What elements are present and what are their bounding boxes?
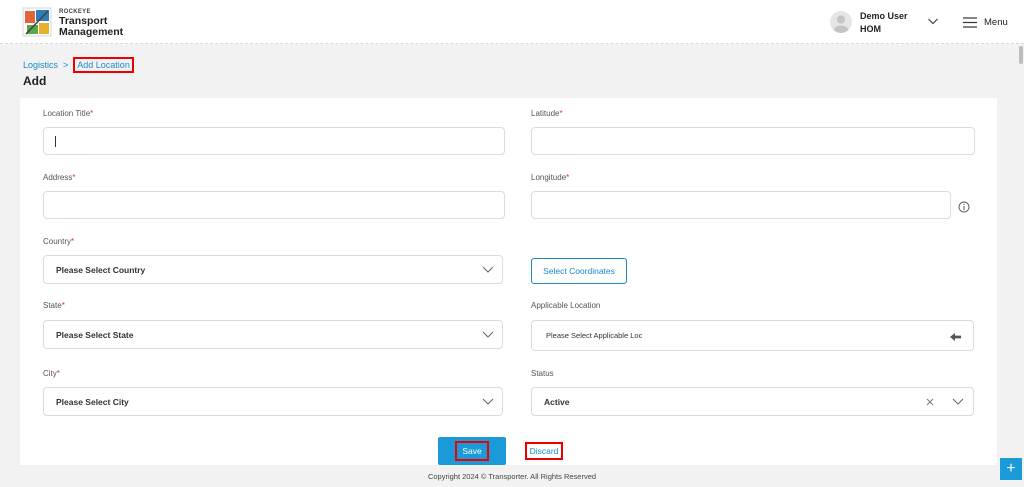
brand-title-line2: Management <box>59 26 124 38</box>
user-menu-chevron-down-icon[interactable] <box>927 16 939 26</box>
save-button-label: Save <box>455 441 489 461</box>
city-select-value: Please Select City <box>56 397 129 407</box>
state-label: State* <box>43 301 65 310</box>
address-input[interactable] <box>43 191 505 219</box>
info-icon[interactable] <box>958 201 970 213</box>
applicable-location-select[interactable]: Please Select Applicable Loc <box>531 320 974 351</box>
country-select-value: Please Select Country <box>56 265 146 275</box>
breadcrumb-current-page[interactable]: Add Location <box>73 57 134 73</box>
chevron-down-icon <box>482 266 494 273</box>
breadcrumb: Logistics > Add Location <box>23 57 134 73</box>
brand-logo-icon[interactable] <box>22 7 52 37</box>
city-select[interactable]: Please Select City <box>43 387 503 416</box>
page-title: Add <box>23 74 47 88</box>
address-label: Address* <box>43 173 76 182</box>
applicable-location-label: Applicable Location <box>531 301 601 310</box>
breadcrumb-separator: > <box>63 60 69 70</box>
city-label: City* <box>43 369 60 378</box>
breadcrumb-logistics-link[interactable]: Logistics <box>23 60 58 70</box>
user-name[interactable]: Demo User <box>860 11 908 21</box>
country-label: Country* <box>43 237 75 246</box>
arrow-left-icon <box>950 333 961 341</box>
select-coordinates-button[interactable]: Select Coordinates <box>531 258 627 284</box>
longitude-input[interactable] <box>531 191 951 219</box>
location-title-label: Location Title* <box>43 109 94 118</box>
latitude-label: Latitude* <box>531 109 563 118</box>
menu-button[interactable]: Menu <box>963 15 1008 29</box>
user-avatar-icon <box>833 15 849 33</box>
discard-button[interactable]: Discard <box>510 437 578 465</box>
status-select-value: Active <box>544 397 570 407</box>
status-label: Status <box>531 369 554 378</box>
longitude-label: Longitude* <box>531 173 570 182</box>
chevron-down-icon <box>482 398 494 405</box>
state-select[interactable]: Please Select State <box>43 320 503 349</box>
user-avatar[interactable] <box>830 11 852 33</box>
latitude-input[interactable] <box>531 127 975 155</box>
scrollbar-track[interactable] <box>1018 44 1024 487</box>
location-title-input[interactable] <box>43 127 505 155</box>
user-organization[interactable]: HOM <box>860 24 881 34</box>
discard-button-label: Discard <box>524 442 564 460</box>
scrollbar-thumb[interactable] <box>1019 46 1023 64</box>
country-select[interactable]: Please Select Country <box>43 255 503 284</box>
footer-copyright: Copyright 2024 © Transporter. All Rights… <box>427 472 597 481</box>
menu-label: Menu <box>984 16 1008 28</box>
chevron-down-icon <box>482 331 494 338</box>
text-cursor <box>55 136 56 147</box>
state-select-value: Please Select State <box>56 330 134 340</box>
clear-icon[interactable] <box>926 398 934 406</box>
add-fab-button[interactable]: + <box>1000 458 1022 480</box>
chevron-down-icon <box>952 398 964 405</box>
status-select[interactable]: Active <box>531 387 974 416</box>
save-button[interactable]: Save <box>438 437 506 465</box>
hamburger-menu-icon <box>963 16 977 28</box>
applicable-location-value: Please Select Applicable Loc <box>546 331 643 340</box>
top-bar: ROCKEYE Transport Management Demo User H… <box>0 0 1024 44</box>
